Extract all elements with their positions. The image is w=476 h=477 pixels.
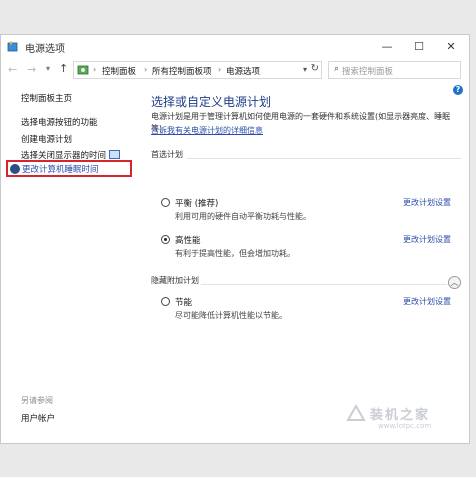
plan-name-high-performance: 高性能 [175,236,201,246]
watermark-url: www.lotpc.com [378,422,432,430]
sidebar-item-label: 更改计算机睡眠时间 [22,165,99,175]
forward-arrow-icon[interactable]: → [27,63,36,76]
refresh-icon[interactable]: ↻ [311,63,319,74]
watermark-text: 装机之家 [370,408,431,423]
back-arrow-icon[interactable]: ← [8,63,17,76]
title-bar: 电源选项 — ☐ ✕ [1,35,469,58]
search-input[interactable]: ⌕ 搜索控制面板 [328,61,461,79]
minimize-button[interactable]: — [371,35,403,58]
sidebar-item-power-buttons[interactable]: 选择电源按钮的功能 [21,116,98,128]
up-arrow-icon[interactable]: ↑ [59,62,68,75]
address-bar[interactable]: › 控制面板 › 所有控制面板项 › 电源选项 ▾ ↻ [73,61,322,79]
change-plan-settings-link[interactable]: 更改计划设置 [403,296,451,307]
plan-name-power-saver: 节能 [175,298,193,308]
plan-radio-high-performance[interactable] [161,235,170,244]
maximize-button[interactable]: ☐ [403,35,435,58]
navigation-bar: ← → ▾ ↑ › 控制面板 › 所有控制面板项 › 电源选项 ▾ ↻ ⌕ 搜索… [1,58,469,82]
power-options-window: 电源选项 — ☐ ✕ ← → ▾ ↑ › 控制面板 › 所有控制面板项 › 电源… [0,34,470,444]
breadcrumb-separator-icon: › [144,65,148,74]
sidebar-item-sleep-time[interactable]: 更改计算机睡眠时间 [6,160,132,177]
collapse-chevron-icon[interactable]: ︿ [448,276,461,289]
change-plan-settings-link[interactable]: 更改计划设置 [403,197,451,208]
section-divider [201,284,447,285]
power-options-icon [7,41,18,52]
plan-desc-balanced: 利用可用的硬件自动平衡功耗与性能。 [175,212,311,221]
sidebar-item-user-accounts[interactable]: 用户帐户 [21,412,55,424]
plan-name-balanced: 平衡 (推荐) [175,199,219,209]
recent-locations-chevron-icon[interactable]: ▾ [46,64,50,73]
sidebar-item-control-panel-home[interactable]: 控制面板主页 [21,92,72,104]
breadcrumb-separator-icon: › [93,65,97,74]
breadcrumb-all-items[interactable]: 所有控制面板项 [152,65,212,77]
breadcrumb-control-panel[interactable]: 控制面板 [102,65,136,77]
moon-icon [10,164,20,174]
control-panel-icon [77,65,89,75]
learn-more-link[interactable]: 告诉我有关电源计划的详细信息 [151,125,263,136]
search-placeholder: 搜索控制面板 [342,67,394,77]
monitor-icon [108,150,120,159]
window-title: 电源选项 [25,44,65,55]
search-icon: ⌕ [334,64,340,74]
see-also-heading: 另请参阅 [21,396,53,405]
close-button[interactable]: ✕ [435,35,467,58]
breadcrumb-separator-icon: › [218,65,222,74]
address-dropdown-chevron-icon[interactable]: ▾ [303,65,307,74]
sidebar: 控制面板主页 选择电源按钮的功能 创建电源计划 选择关闭显示器的时间 更改计算机… [1,82,136,444]
change-plan-settings-link[interactable]: 更改计划设置 [403,234,451,245]
main-panel: 选择或自定义电源计划 电源计划是用于管理计算机如何使用电源的一套硬件和系统设置(… [151,82,461,444]
watermark: 装机之家 www.lotpc.com [346,400,470,440]
section-divider [187,158,461,159]
page-title: 选择或自定义电源计划 [151,95,272,109]
plan-radio-power-saver[interactable] [161,297,170,306]
breadcrumb-power-options[interactable]: 电源选项 [226,65,260,77]
hidden-plans-heading[interactable]: 隐藏附加计划 [151,275,199,286]
watermark-logo-icon [346,404,366,421]
plan-radio-balanced[interactable] [161,198,170,207]
preferred-plans-heading: 首选计划 [151,150,183,159]
plan-desc-power-saver: 尽可能降低计算机性能以节能。 [175,311,287,320]
plan-desc-high-performance: 有利于提高性能，但会增加功耗。 [175,249,295,258]
sidebar-item-create-plan[interactable]: 创建电源计划 [21,133,72,145]
